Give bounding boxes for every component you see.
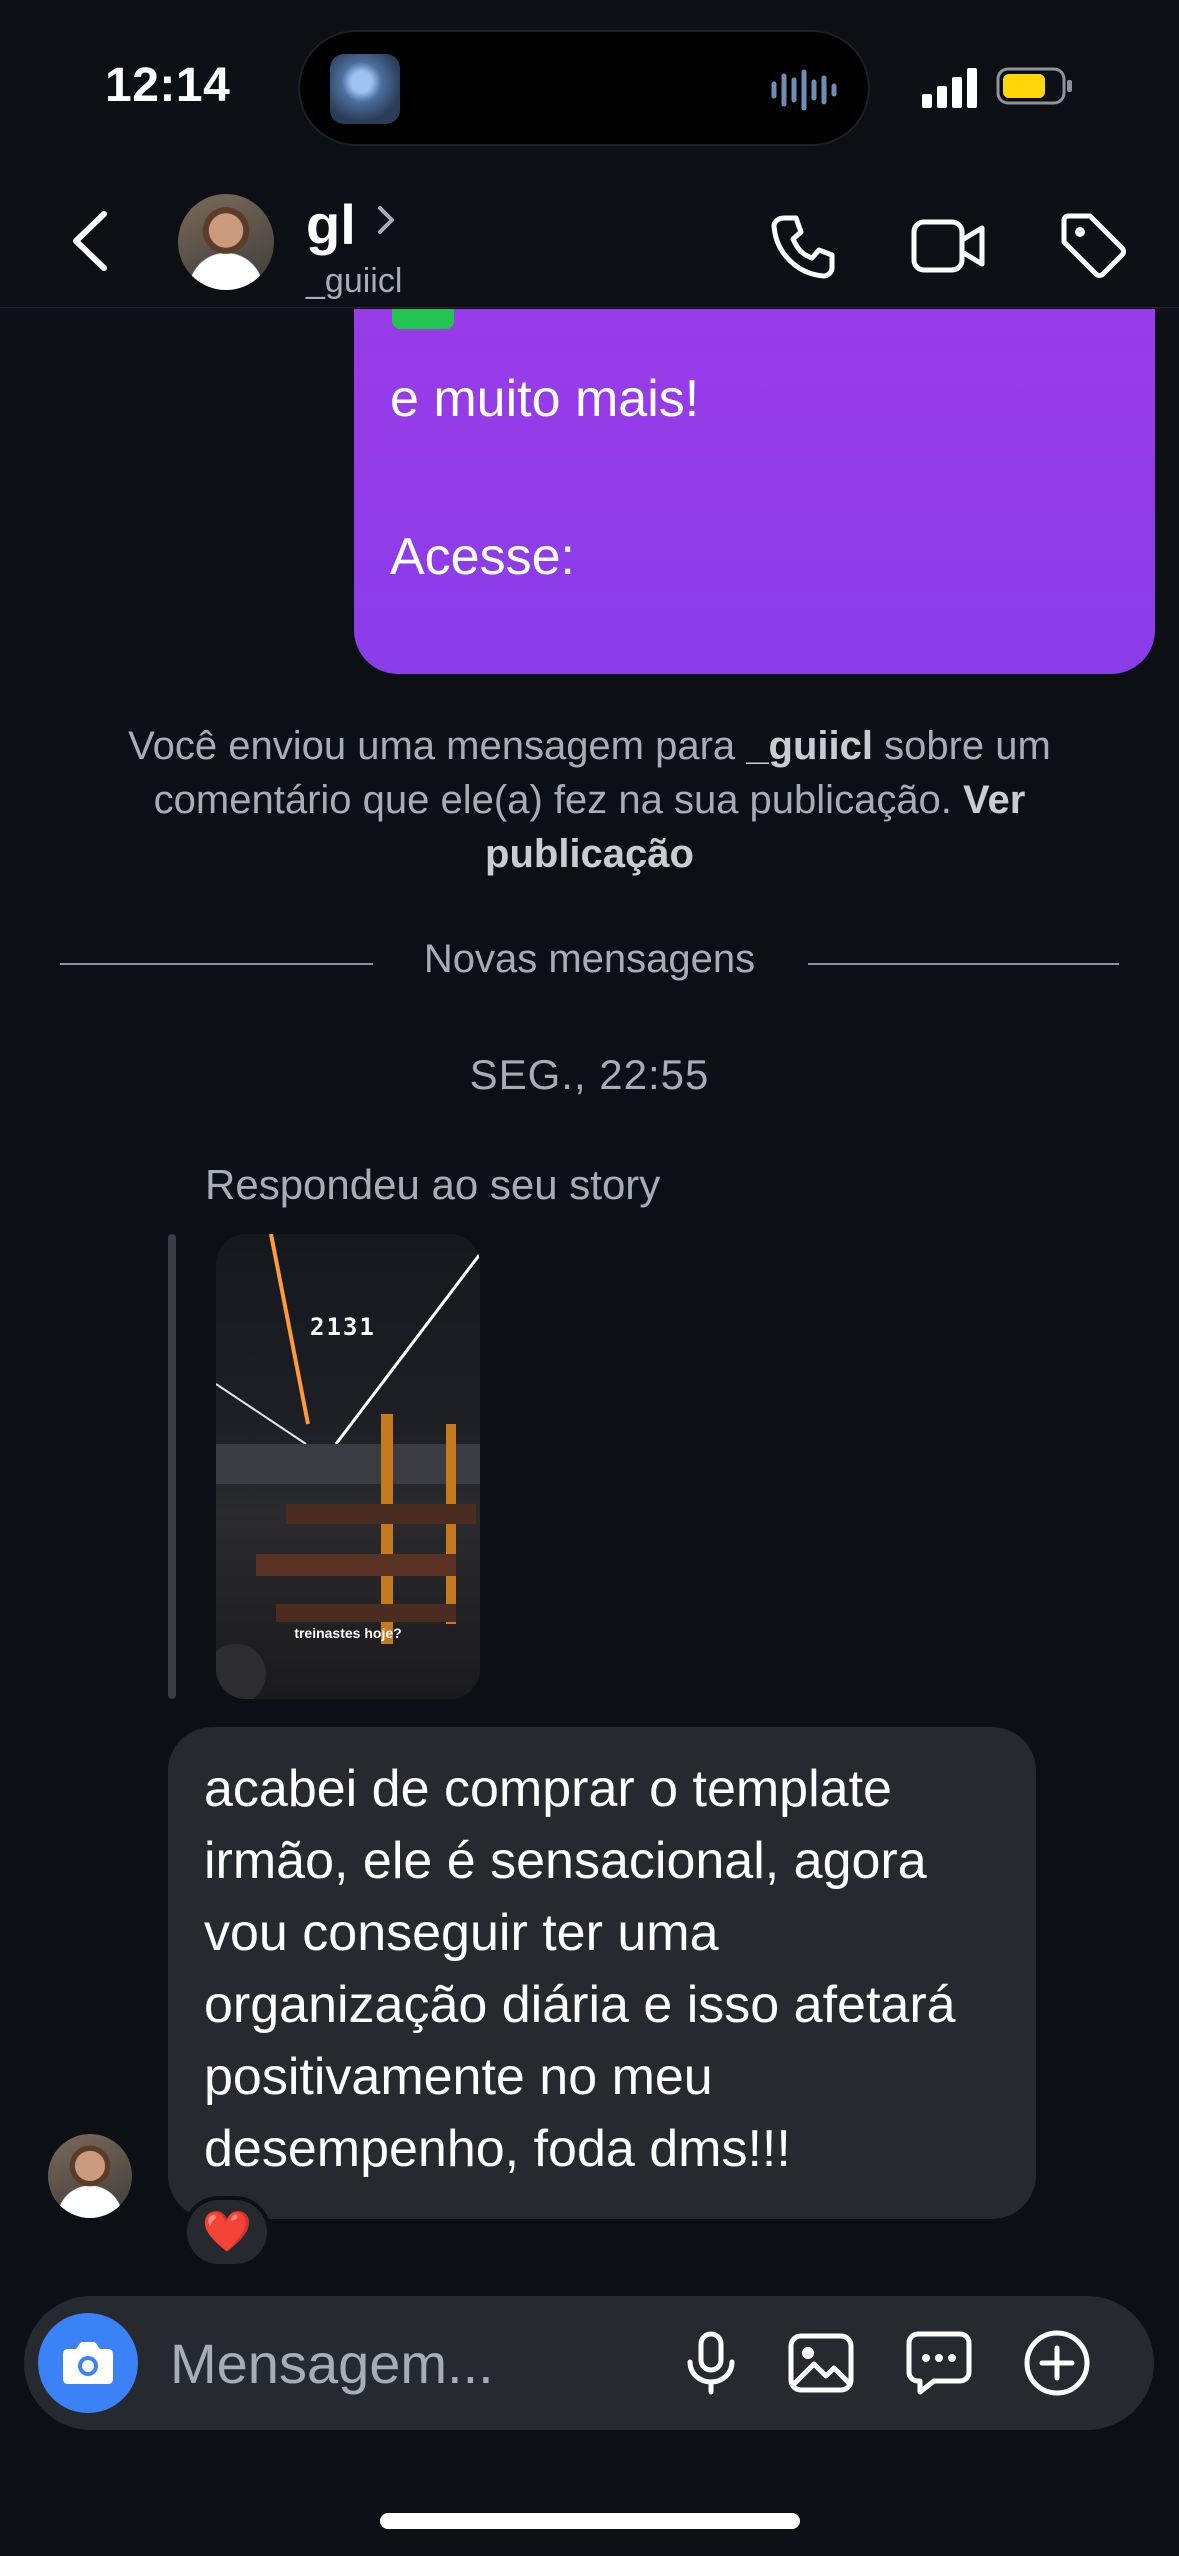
system-notice: Você enviou uma mensagem para _guiicl so… — [100, 719, 1079, 881]
story-reply-label: Respondeu ao seu story — [205, 1161, 661, 1208]
camera-icon — [63, 2342, 113, 2384]
dynamic-island[interactable] — [298, 30, 870, 146]
message-timestamp: SEG., 22:55 — [469, 1051, 710, 1098]
now-playing-artwork — [330, 54, 400, 124]
video-camera-icon[interactable] — [910, 216, 986, 276]
reply-indicator-bar — [168, 1234, 176, 1699]
received-message-bubble[interactable]: acabei de comprar o template irmão, ele … — [168, 1727, 1036, 2219]
message-thread[interactable]: e muito mais! Acesse: Você enviou uma me… — [0, 309, 1179, 2290]
message-composer — [24, 2296, 1154, 2430]
status-bar: 12:14 — [0, 0, 1179, 170]
camera-button[interactable] — [38, 2313, 138, 2413]
contact-avatar[interactable] — [178, 194, 274, 290]
microphone-icon[interactable] — [676, 2328, 746, 2398]
phone-icon[interactable] — [768, 212, 838, 282]
sent-message-bubble[interactable]: e muito mais! Acesse: — [354, 309, 1155, 674]
back-chevron-icon[interactable] — [62, 206, 122, 276]
system-notice-text: Você enviou uma mensagem para — [128, 724, 747, 768]
battery-icon — [996, 67, 1072, 105]
add-circle-icon[interactable] — [1022, 2328, 1092, 2398]
sender-avatar[interactable] — [48, 2134, 132, 2218]
new-messages-divider: Novas mensagens — [60, 937, 1119, 991]
received-message-text: acabei de comprar o template irmão, ele … — [204, 1760, 956, 2178]
divider-line — [808, 963, 1119, 965]
chat-header: gl _guiicl — [0, 170, 1179, 308]
image-icon[interactable] — [786, 2328, 856, 2398]
heart-reaction[interactable]: ❤️ — [183, 2196, 271, 2268]
status-time: 12:14 — [105, 59, 231, 112]
sent-message-line: e muito mais! — [390, 370, 700, 428]
contact-name[interactable]: gl — [306, 192, 356, 257]
audio-waveform-icon — [771, 69, 837, 111]
cellular-signal-icon — [922, 68, 977, 108]
sent-message-emoji-fragment — [392, 309, 454, 329]
story-thumbnail[interactable]: 2131 treinastes hoje? — [216, 1234, 480, 1699]
story-counter-text: 2131 — [310, 1313, 376, 1341]
contact-username[interactable]: _guiicl — [306, 262, 402, 301]
system-notice-user[interactable]: _guiicl — [746, 724, 873, 768]
story-caption: treinastes hoje? — [294, 1625, 402, 1641]
home-indicator[interactable] — [380, 2513, 800, 2529]
message-input[interactable] — [170, 2326, 540, 2400]
tag-icon[interactable] — [1058, 210, 1128, 280]
new-messages-label: Novas mensagens — [423, 937, 756, 981]
sent-message-line: Acesse: — [390, 528, 575, 586]
sticker-chat-icon[interactable] — [904, 2328, 974, 2398]
chevron-right-icon[interactable] — [374, 200, 398, 240]
